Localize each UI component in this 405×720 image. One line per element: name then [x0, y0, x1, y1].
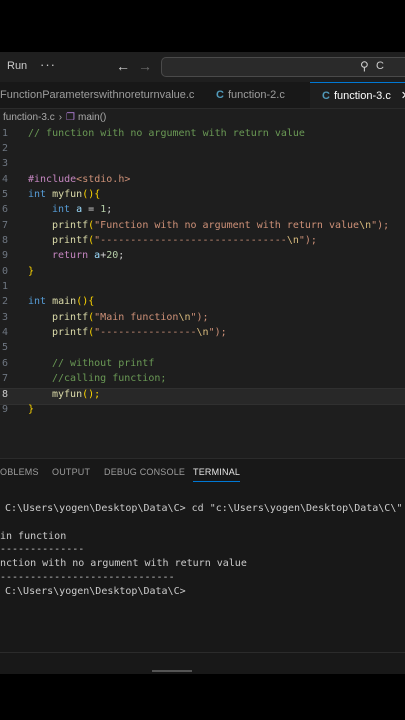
vscode-window: Run ··· ← → ⚲ C FunctionParameterswithno… [0, 52, 405, 674]
tab-functionparameters[interactable]: FunctionParameterswithnoreturnvalue.c [0, 82, 194, 108]
code-text: printf("-------------------------------\… [52, 235, 317, 246]
line-number: 8 [1, 389, 8, 400]
terminal-line: in function [0, 531, 67, 542]
code-line: 9} [0, 404, 405, 419]
arrow-right-icon[interactable]: → [138, 58, 152, 74]
chevron-right-icon: › [58, 112, 63, 123]
code-text: printf("Main function\n"); [52, 312, 209, 323]
code-line: 5 int myfun(){ [0, 189, 405, 204]
code-line: 7 printf("Function with no argument with … [0, 220, 405, 235]
code-line: 1 // function with no argument with retur… [0, 128, 405, 143]
run-menu[interactable]: Run [7, 60, 27, 72]
close-icon[interactable]: ✕ [401, 90, 405, 102]
tab-debug-console[interactable]: DEBUG CONSOLE [104, 467, 185, 477]
tab-label: FunctionParameterswithnoreturnvalue.c [0, 89, 195, 101]
terminal-line: ----------------------------- [0, 572, 175, 583]
search-icon: ⚲ [360, 59, 369, 73]
scrollbar-thumb[interactable] [152, 670, 192, 672]
code-text: printf("Function with no argument with r… [52, 220, 390, 231]
tab-terminal[interactable]: TERMINAL [193, 467, 241, 482]
code-text: printf("----------------\n"); [52, 327, 227, 338]
code-line: 2 [0, 143, 405, 158]
code-text: myfun(); [52, 389, 101, 400]
line-number: 6 [1, 358, 8, 369]
command-center-search[interactable]: ⚲ C [161, 57, 405, 77]
tab-function-3[interactable]: Cfunction-3.c ✕ [310, 82, 405, 108]
arrow-left-icon[interactable]: ← [116, 58, 130, 74]
line-number: 7 [1, 220, 8, 231]
breadcrumb-file[interactable]: function-3.c [3, 112, 55, 123]
terminal-line: C:\Users\yogen\Desktop\Data\C> [5, 586, 186, 597]
line-number: 4 [1, 327, 8, 338]
line-number: 4 [1, 174, 8, 185]
tab-output[interactable]: OUTPUT [52, 467, 90, 477]
editor-tabs: FunctionParameterswithnoreturnvalue.c Cf… [0, 82, 405, 109]
code-text: int myfun(){ [28, 189, 101, 200]
line-number: 5 [1, 342, 8, 353]
code-line: 6 // without printf [0, 358, 405, 373]
code-text: } [28, 266, 35, 277]
terminal-line: -------------- [0, 544, 85, 555]
more-menu-icon[interactable]: ··· [40, 57, 56, 72]
tab-label: function-3.c [333, 90, 391, 102]
line-number: 0 [1, 266, 8, 277]
code-line: 0} [0, 266, 405, 281]
line-number: 3 [1, 158, 8, 169]
line-number: 9 [1, 404, 8, 415]
code-line: 8 printf("-------------------------------… [0, 235, 405, 250]
code-line: 5 [0, 342, 405, 357]
search-text: C [376, 60, 384, 72]
symbol-method-icon: ❐ [66, 112, 76, 123]
status-bar [0, 652, 405, 674]
title-bar: Run ··· ← → ⚲ C [0, 52, 405, 82]
line-number: 8 [1, 235, 8, 246]
line-number: 1 [1, 281, 8, 292]
tab-problems[interactable]: OBLEMS [0, 467, 39, 477]
code-line: 4 #include<stdio.h> [0, 174, 405, 189]
code-line: 7 //calling function; [0, 373, 405, 388]
c-file-icon: C [216, 89, 224, 101]
code-text: // without printf [52, 358, 155, 369]
code-text: // function with no argument with return… [28, 128, 305, 139]
code-line-current: 8 myfun(); [0, 388, 405, 405]
code-line: 9 return a+20; [0, 250, 405, 265]
c-file-icon: C [322, 90, 330, 102]
code-line: 1 [0, 281, 405, 296]
code-text: #include<stdio.h> [28, 174, 131, 185]
tab-function-2[interactable]: Cfunction-2.c [216, 82, 285, 108]
line-number: 5 [1, 189, 8, 200]
line-number: 2 [1, 143, 8, 154]
line-number: 1 [1, 128, 8, 139]
line-number: 6 [1, 204, 8, 215]
terminal-line: C:\Users\yogen\Desktop\Data\C> cd "c:\Us… [5, 503, 405, 514]
code-line: 3 [0, 158, 405, 173]
tab-label: function-2.c [227, 89, 285, 101]
breadcrumb-symbol[interactable]: main() [78, 112, 106, 123]
terminal-line: nction with no argument with return valu… [0, 558, 247, 569]
code-text: } [28, 404, 35, 415]
line-number: 7 [1, 373, 8, 384]
code-line: 3 printf("Main function\n"); [0, 312, 405, 327]
line-number: 3 [1, 312, 8, 323]
breadcrumb: function-3.c › ❐ main() [0, 108, 405, 128]
code-line: 4 printf("----------------\n"); [0, 327, 405, 342]
code-text: int a = 1; [52, 204, 113, 215]
bottom-panel: OBLEMS OUTPUT DEBUG CONSOLE TERMINAL C:\… [0, 458, 405, 674]
code-text: int main(){ [28, 296, 95, 307]
line-number: 9 [1, 250, 8, 261]
code-text: return a+20; [52, 250, 125, 261]
code-text: //calling function; [52, 373, 167, 384]
line-number: 2 [1, 296, 8, 307]
code-line: 6 int a = 1; [0, 204, 405, 219]
code-line: 2 int main(){ [0, 296, 405, 311]
